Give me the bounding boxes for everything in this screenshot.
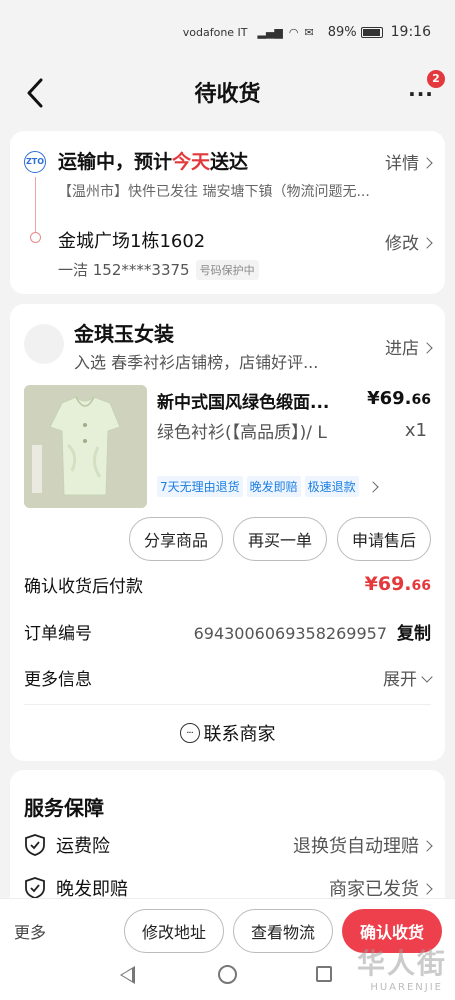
shield-check-icon	[25, 877, 45, 899]
order-number-label: 订单编号	[24, 623, 92, 644]
clock: 19:16	[390, 24, 431, 40]
chevron-down-icon	[421, 670, 433, 683]
battery-percent: 89%	[327, 24, 357, 40]
signal-icon: ▂▄▆	[257, 25, 283, 39]
number-protect-tag: 号码保护中	[195, 259, 259, 280]
product-quantity: x1	[404, 420, 427, 441]
service-item-shipping-insurance[interactable]: 运费险 退换货自动理赔	[24, 830, 433, 860]
shipping-description: 【温州市】快件已发往 瑞安塘下镇（物流问题无...	[58, 184, 370, 200]
service-tags[interactable]: 7天无理由退货 晚发即赔 极速退款	[157, 476, 379, 497]
contact-seller-button[interactable]: ··· 联系商家	[10, 720, 445, 746]
product-price: ¥69.66	[367, 388, 431, 409]
shipping-card[interactable]: ZTO 运输中，预计今天送达 详情 【温州市】快件已发往 瑞安塘下镇（物流问题无…	[10, 131, 445, 294]
shipping-detail-link[interactable]: 详情	[385, 149, 433, 174]
more-info-label: 更多信息	[24, 669, 92, 690]
order-actions: 分享商品 再买一单 申请售后	[119, 517, 431, 561]
watermark: 华人街	[356, 947, 447, 980]
top-nav: 待收货 ··· 2	[0, 62, 455, 122]
system-back-icon[interactable]	[120, 966, 135, 984]
divider	[24, 704, 431, 705]
more-button[interactable]: 更多	[14, 919, 46, 943]
chevron-right-icon	[421, 840, 433, 852]
more-info-row[interactable]: 更多信息 展开	[24, 662, 433, 692]
service-title: 服务保障	[24, 796, 104, 820]
carrier-name: vodafone IT	[182, 25, 248, 39]
view-logistics-button[interactable]: 查看物流	[233, 909, 333, 953]
chevron-right-icon	[421, 883, 433, 895]
recipient-contact: 一洁 152****3375 号码保护中	[58, 259, 259, 280]
watermark-sub: HUARENJIE	[370, 982, 443, 993]
chat-icon: ···	[179, 723, 200, 743]
shield-check-icon	[25, 834, 45, 856]
chevron-right-icon	[421, 237, 433, 249]
system-home-icon[interactable]	[218, 965, 237, 984]
enter-store-link[interactable]: 进店	[385, 334, 433, 359]
shipping-status: 运输中，预计今天送达	[58, 151, 249, 173]
product-image[interactable]	[24, 385, 147, 508]
tag-return: 7天无理由退货	[157, 476, 243, 497]
blouse-illustration	[24, 385, 147, 508]
expand-button[interactable]: 展开	[383, 665, 433, 690]
chevron-right-icon	[421, 157, 433, 169]
message-badge: 2	[427, 70, 445, 88]
address-dot-icon	[30, 232, 41, 243]
chevron-right-icon	[367, 480, 379, 493]
chevron-right-icon	[421, 342, 433, 354]
payment-amount: ¥69.66	[364, 573, 431, 595]
order-number: 6943006069358269957	[193, 623, 387, 643]
rebuy-button[interactable]: 再买一单	[232, 517, 327, 561]
payment-label: 确认收货后付款	[24, 576, 143, 597]
status-highlight: 今天	[172, 151, 211, 173]
wifi-icon: ◠	[288, 25, 299, 39]
store-avatar[interactable]	[24, 324, 64, 364]
store-ranking: 入选 春季衬衫店铺榜，店铺好评...	[74, 353, 319, 372]
order-number-row: 订单编号 6943006069358269957 复制	[24, 616, 431, 646]
courier-logo: ZTO	[24, 151, 46, 173]
system-recents-icon[interactable]	[316, 966, 332, 982]
payment-row: 确认收货后付款 ¥69.66	[24, 569, 431, 599]
order-card: 金琪玉女装 入选 春季衬衫店铺榜，店铺好评... 进店 新中式国风绿色缎面...…	[10, 304, 445, 761]
page-title: 待收货	[194, 82, 261, 107]
notification-icon: ✉	[304, 25, 314, 39]
delivery-address: 金城广场1栋1602	[58, 231, 206, 252]
share-product-button[interactable]: 分享商品	[128, 517, 223, 561]
battery-icon	[360, 26, 383, 38]
product-spec: 绿色衬衫(【高品质】)/ L	[157, 423, 327, 443]
status-bar: vodafone IT ▂▄▆ ◠ ✉ 89% 19:16	[0, 0, 455, 62]
after-sale-button[interactable]: 申请售后	[336, 517, 431, 561]
modify-address-link[interactable]: 修改	[385, 229, 433, 254]
store-name[interactable]: 金琪玉女装	[74, 318, 174, 347]
tracking-line	[35, 177, 36, 235]
product-name[interactable]: 新中式国风绿色缎面...	[157, 388, 357, 413]
tag-late-compensation: 晚发即赔	[246, 476, 301, 497]
copy-button[interactable]: 复制	[397, 624, 431, 644]
tag-fast-refund: 极速退款	[304, 476, 359, 497]
modify-address-button[interactable]: 修改地址	[124, 909, 224, 953]
service-card: 服务保障 运费险 退换货自动理赔 晚发即赔 商家已发货	[10, 770, 445, 910]
